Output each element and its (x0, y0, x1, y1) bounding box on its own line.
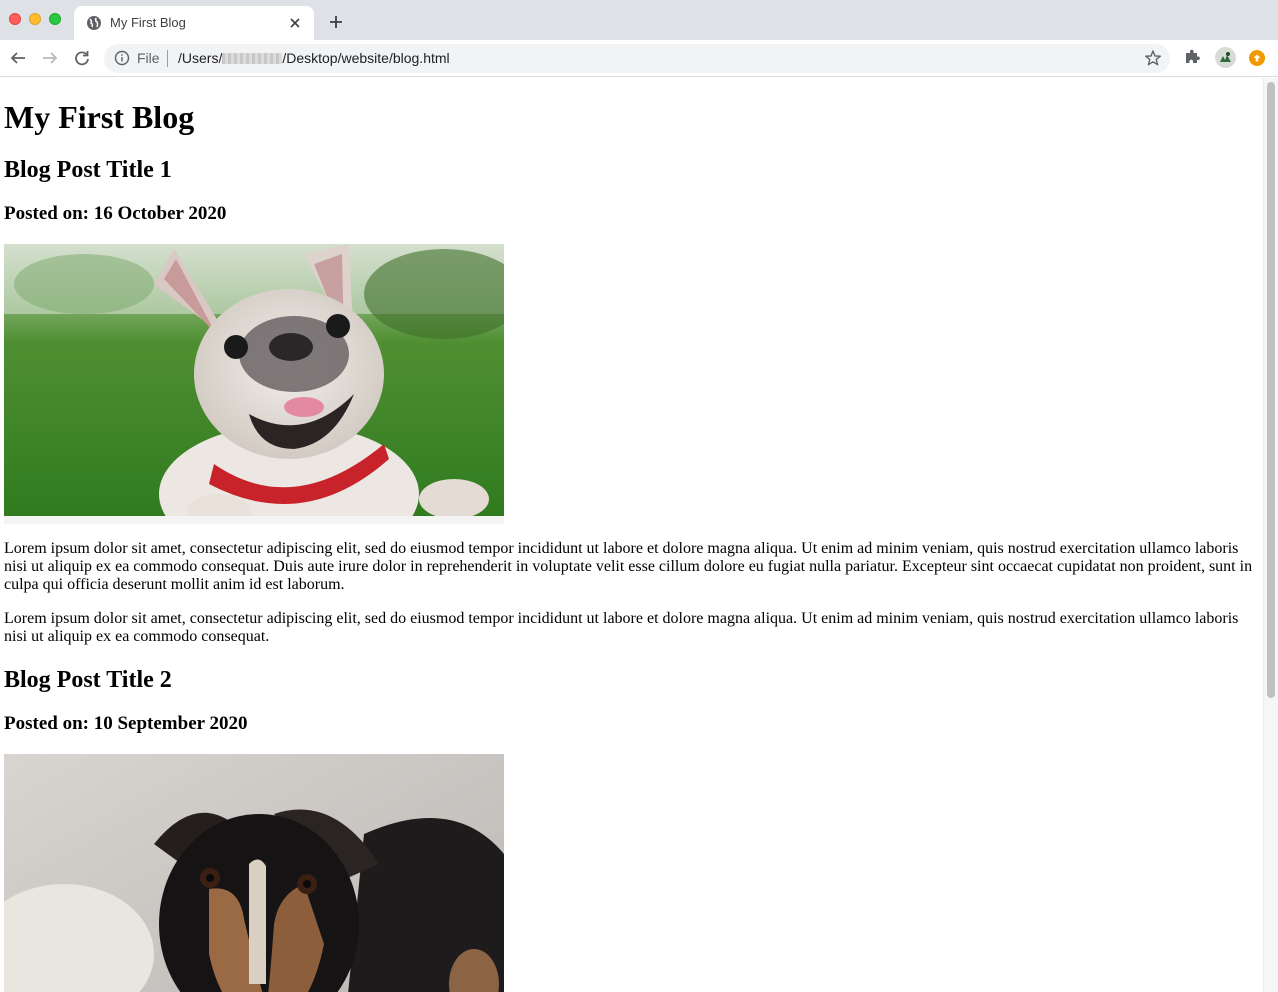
back-arrow-icon[interactable] (8, 48, 28, 68)
forward-arrow-icon[interactable] (40, 48, 60, 68)
info-icon[interactable] (114, 50, 130, 66)
close-window-button[interactable] (9, 13, 21, 25)
post-paragraph: Lorem ipsum dolor sit amet, consectetur … (4, 540, 1253, 593)
plus-icon[interactable] (326, 12, 346, 32)
reload-icon[interactable] (72, 48, 92, 68)
post-date: Posted on: 16 October 2020 (4, 203, 227, 224)
globe-icon (86, 15, 102, 31)
url-suffix: /Desktop/website/blog.html (282, 50, 450, 66)
fullscreen-window-button[interactable] (49, 13, 61, 25)
star-icon[interactable] (1144, 49, 1162, 67)
address-bar[interactable]: File /Users/ /Desktop/website/blog.html (104, 44, 1170, 73)
blog-post: Blog Post Title 2 Posted on: 10 Septembe… (4, 666, 1256, 992)
page-viewport[interactable]: My First Blog Blog Post Title 1 Posted o… (0, 78, 1278, 992)
post-paragraph: Lorem ipsum dolor sit amet, consectetur … (4, 610, 1239, 645)
tab-my-first-blog[interactable]: My First Blog (74, 6, 314, 40)
puzzle-icon[interactable] (1183, 48, 1201, 66)
browser-toolbar: File /Users/ /Desktop/website/blog.html (0, 40, 1278, 77)
post-title: Blog Post Title 2 (4, 667, 172, 693)
omnibox-separator (167, 50, 168, 67)
redacted-username (222, 53, 283, 64)
url-text[interactable]: /Users/ /Desktop/website/blog.html (178, 50, 450, 66)
url-prefix: /Users/ (178, 50, 223, 66)
page-title: My First Blog (4, 99, 195, 135)
french-bulldog-photo (4, 244, 504, 524)
blog-page: My First Blog Blog Post Title 1 Posted o… (4, 78, 1256, 992)
terrier-dog-photo (4, 754, 504, 992)
scheme-label: File (137, 50, 160, 66)
scrollbar-thumb[interactable] (1267, 82, 1275, 698)
close-icon[interactable] (286, 14, 304, 32)
post-title: Blog Post Title 1 (4, 157, 172, 183)
post-date: Posted on: 10 September 2020 (4, 713, 248, 734)
tab-strip: My First Blog (0, 0, 1278, 40)
tab-title: My First Blog (110, 15, 186, 30)
avatar[interactable] (1215, 47, 1236, 68)
update-icon[interactable] (1249, 50, 1265, 66)
vertical-scrollbar[interactable] (1263, 78, 1278, 992)
blog-post: Blog Post Title 1 Posted on: 16 October … (4, 156, 1256, 646)
minimize-window-button[interactable] (29, 13, 41, 25)
